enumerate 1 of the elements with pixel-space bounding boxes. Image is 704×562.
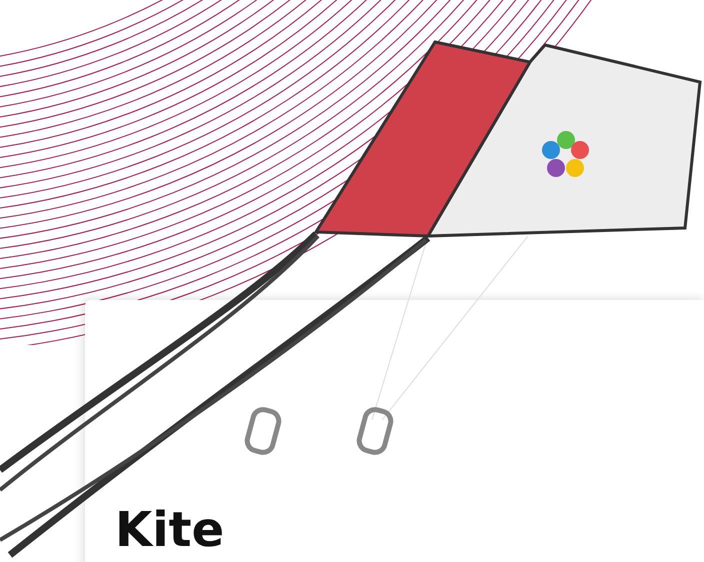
product-heading: Kite <box>115 506 224 554</box>
